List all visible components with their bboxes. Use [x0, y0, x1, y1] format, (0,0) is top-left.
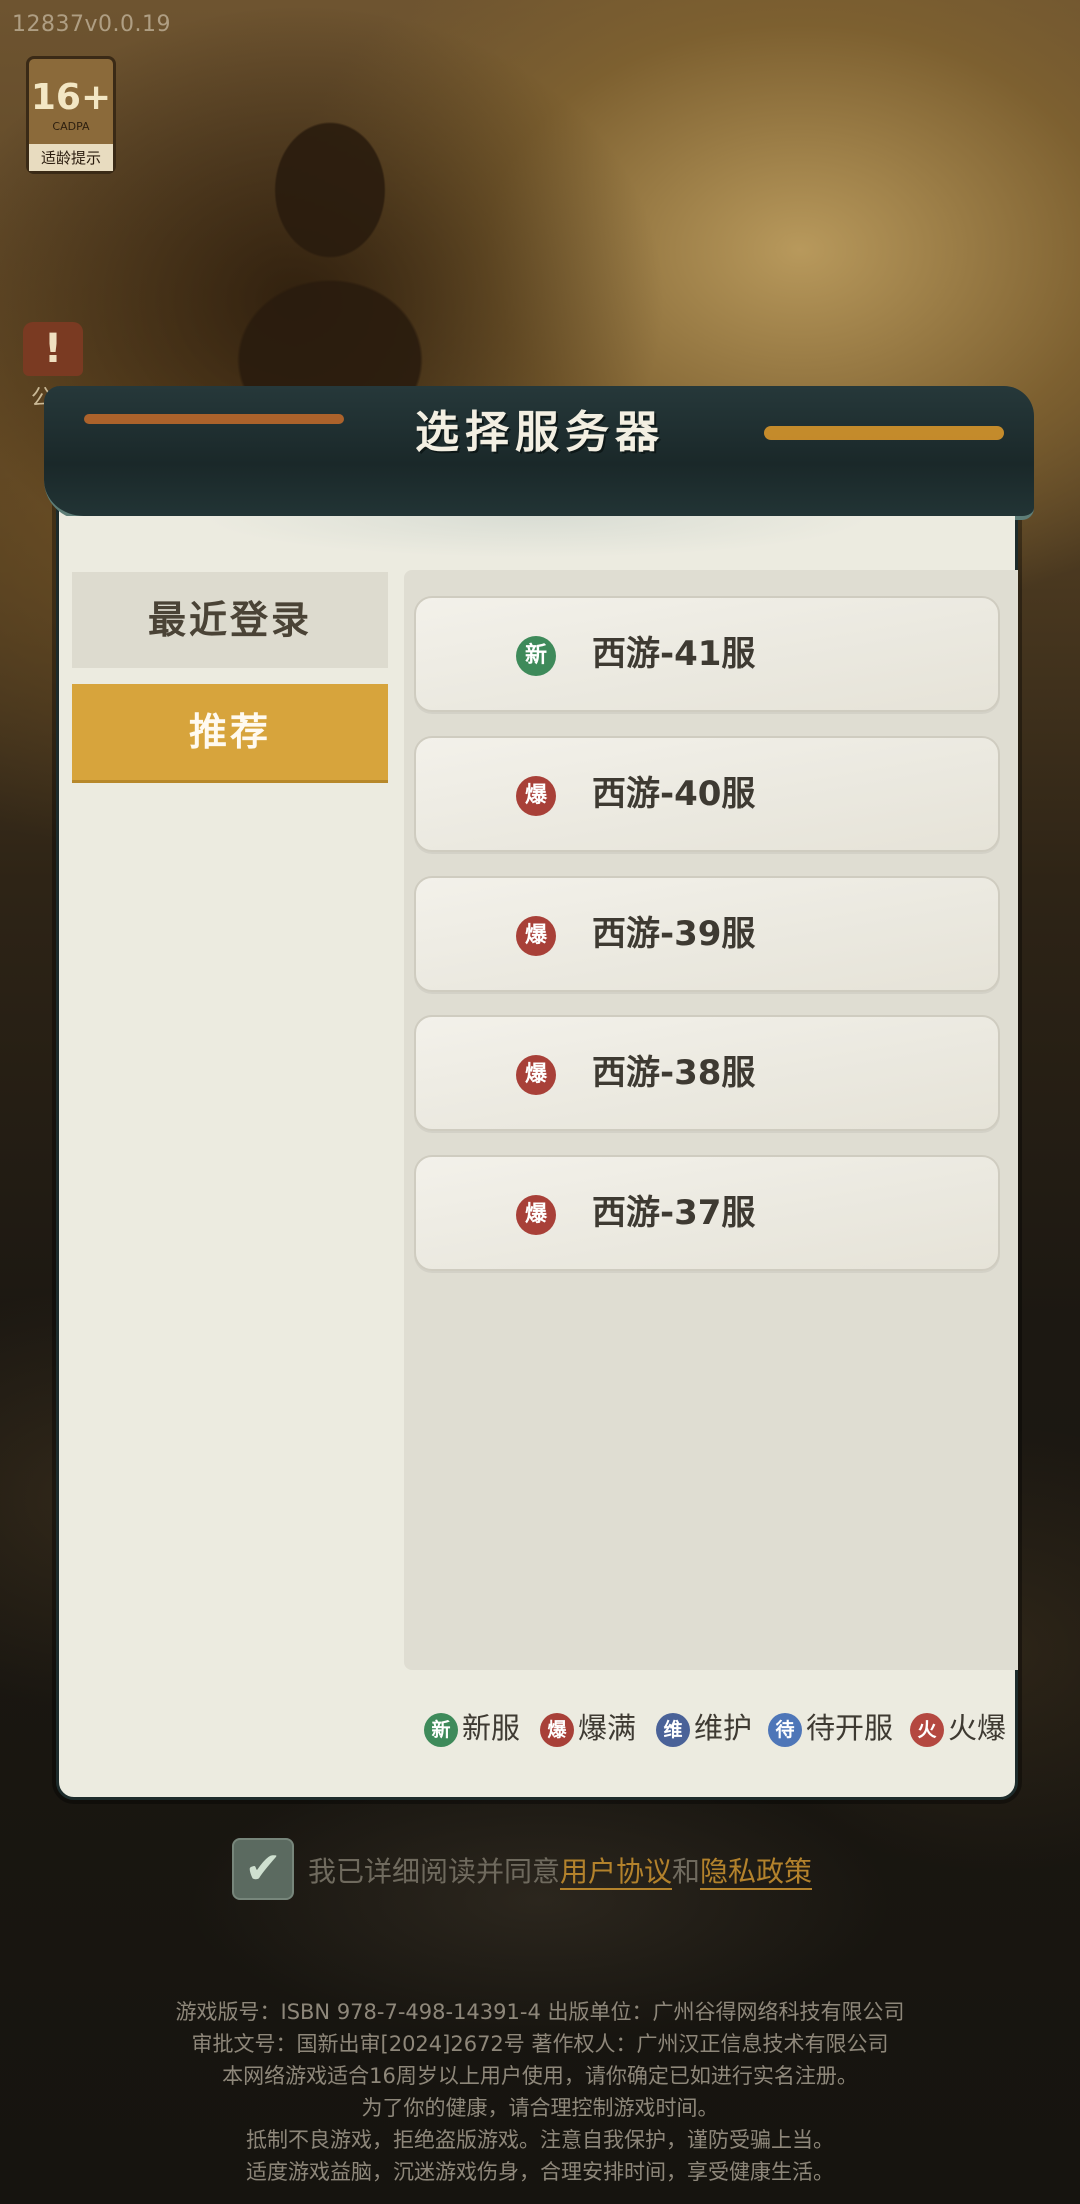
- server-item-38[interactable]: 爆 西游-38服: [414, 1015, 1000, 1131]
- user-agreement-link[interactable]: 用户协议: [560, 1855, 673, 1890]
- footer-line: 适度游戏益脑，沉迷游戏伤身，合理安排时间，享受健康生活。: [246, 2160, 834, 2184]
- check-icon: ✔: [244, 1843, 282, 1894]
- legend-new: 新新服: [424, 1706, 520, 1750]
- agreement-checkbox[interactable]: ✔: [232, 1838, 294, 1900]
- server-name: 西游-39服: [592, 914, 756, 954]
- agreement-conjunction: 和: [672, 1855, 701, 1888]
- full-server-icon: 爆: [516, 1195, 556, 1235]
- age-rating-badge[interactable]: 16+ CADPA 适龄提示: [26, 56, 116, 174]
- tab-recent-login[interactable]: 最近登录: [72, 572, 388, 668]
- full-server-icon: 爆: [516, 1055, 556, 1095]
- legal-footer: 游戏版号：ISBN 978-7-498-14391-4 出版单位：广州谷得网络科…: [0, 1996, 1080, 2188]
- agreement-text: 我已详细阅读并同意用户协议和隐私政策: [308, 1850, 813, 1890]
- server-name: 西游-40服: [592, 774, 756, 814]
- maintenance-icon: 维: [656, 1713, 690, 1747]
- full-server-icon: 爆: [516, 776, 556, 816]
- legend-upcoming: 待待开服: [768, 1706, 893, 1750]
- footer-line: 为了你的健康，请合理控制游戏时间。: [361, 2096, 719, 2120]
- dialog-title: 选择服务器: [415, 407, 665, 458]
- legend-full: 爆爆满: [540, 1706, 636, 1750]
- full-server-icon: 爆: [540, 1713, 574, 1747]
- cloud-decoration: [59, 516, 1015, 576]
- status-legend: 新新服 爆爆满 维维护 待待开服 火火爆: [424, 1706, 1024, 1750]
- server-item-39[interactable]: 爆 西游-39服: [414, 876, 1000, 992]
- version-label: 12837v0.0.19: [12, 12, 171, 37]
- legend-label: 爆满: [578, 1711, 637, 1745]
- legend-label: 待开服: [806, 1711, 894, 1745]
- server-tabs: 最近登录 推荐: [72, 572, 388, 799]
- legend-label: 新服: [462, 1711, 521, 1745]
- exclamation-icon: !: [23, 322, 83, 376]
- server-item-41[interactable]: 新 西游-41服: [414, 596, 1000, 712]
- legend-hot: 火火爆: [910, 1706, 1006, 1750]
- server-name: 西游-37服: [592, 1193, 756, 1233]
- age-rating-org: CADPA: [52, 120, 90, 133]
- server-item-40[interactable]: 爆 西游-40服: [414, 736, 1000, 852]
- footer-line: 游戏版号：ISBN 978-7-498-14391-4 出版单位：广州谷得网络科…: [175, 2000, 905, 2024]
- legend-label: 维护: [694, 1711, 753, 1745]
- full-server-icon: 爆: [516, 916, 556, 956]
- legend-maintenance: 维维护: [656, 1706, 752, 1750]
- footer-line: 审批文号：国新出审[2024]2672号 著作权人：广州汉正信息技术有限公司: [191, 2032, 889, 2056]
- server-name: 西游-41服: [592, 634, 756, 674]
- agreement-prefix: 我已详细阅读并同意: [308, 1855, 561, 1888]
- buddha-silhouette: [190, 100, 470, 400]
- new-server-icon: 新: [516, 636, 556, 676]
- legend-label: 火爆: [948, 1711, 1007, 1745]
- hot-server-icon: 火: [910, 1713, 944, 1747]
- footer-line: 抵制不良游戏，拒绝盗版游戏。注意自我保护，谨防受骗上当。: [246, 2128, 834, 2152]
- age-rating-label: 适龄提示: [29, 144, 113, 171]
- age-rating: 16+: [30, 77, 112, 118]
- server-item-37[interactable]: 爆 西游-37服: [414, 1155, 1000, 1271]
- tab-recommended[interactable]: 推荐: [72, 684, 388, 783]
- server-name: 西游-38服: [592, 1053, 756, 1093]
- privacy-policy-link[interactable]: 隐私政策: [700, 1855, 813, 1890]
- upcoming-server-icon: 待: [768, 1713, 802, 1747]
- footer-line: 本网络游戏适合16周岁以上用户使用，请你确定已如进行实名注册。: [222, 2064, 858, 2088]
- new-server-icon: 新: [424, 1713, 458, 1747]
